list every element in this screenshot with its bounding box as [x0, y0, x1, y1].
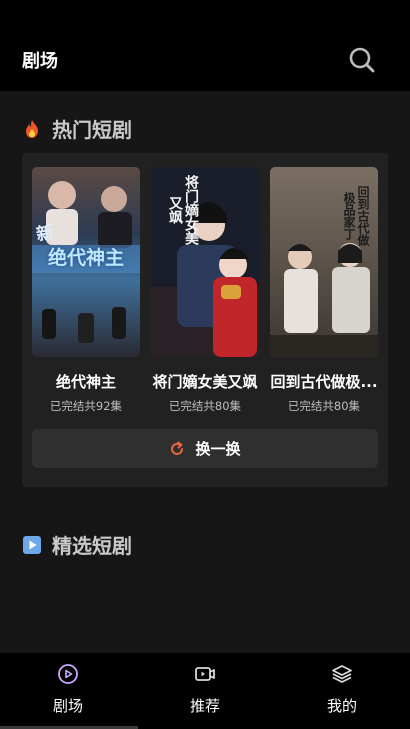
drama-episodes-3: 已完结共80集 [287, 399, 361, 413]
tab-recommend[interactable]: 推荐 [137, 663, 273, 716]
refresh-button[interactable]: 换一换 [32, 429, 378, 468]
featured-section-title: 精选短剧 [52, 534, 132, 558]
poster-title-3: 回到古代做极品家丁 [342, 186, 370, 246]
poster-title-2: 将门嫡女美又飒 [167, 175, 199, 245]
play-square-icon [23, 535, 41, 554]
refresh-label: 换一换 [195, 440, 241, 458]
poster-title-1: 绝代神主 [47, 247, 124, 269]
page-title: 剧场 [22, 51, 58, 72]
drama-title-2[interactable]: 将门嫡女美又飒 [147, 371, 263, 392]
refresh-icon [171, 441, 184, 455]
drama-title-3[interactable]: 回到古代做极... [266, 371, 382, 392]
tab-label-theater: 剧场 [52, 697, 83, 715]
tab-label-mine: 我的 [326, 697, 357, 715]
drama-poster-2[interactable]: 将门嫡女美又飒 [151, 167, 259, 357]
drama-card-2[interactable]: 将门嫡女美又飒 将门嫡女美又飒 已完结共80集 [151, 167, 259, 414]
tab-label-recommend: 推荐 [189, 697, 220, 715]
video-icon [195, 667, 215, 681]
drama-episodes-1: 已完结共92集 [49, 399, 123, 413]
app-header: 剧场 [0, 0, 410, 91]
bottom-tab-bar: 剧场 推荐 我的 [0, 653, 410, 729]
drama-card-1[interactable]: 新 绝代神主 绝代神主 已完结共92集 [32, 167, 140, 414]
featured-section-header: 精选短剧 [22, 530, 132, 559]
drama-episodes-2: 已完结共80集 [168, 399, 242, 413]
drama-poster-3[interactable]: 回到古代做极品家丁 [270, 167, 378, 357]
search-icon[interactable] [348, 46, 376, 74]
tab-mine[interactable]: 我的 [274, 663, 410, 716]
drama-poster-1[interactable]: 新 绝代神主 [32, 167, 140, 357]
drama-card-3[interactable]: 回到古代做极品家丁 回到古代做极... 已完结共80集 [270, 167, 378, 414]
hot-section-header: 热门短剧 [22, 114, 132, 143]
hot-section-title: 热门短剧 [52, 118, 132, 142]
layers-icon [332, 665, 352, 683]
fire-icon [26, 119, 38, 138]
tab-theater[interactable]: 剧场 [0, 663, 136, 716]
hot-dramas-panel: 新 绝代神主 绝代神主 已完结共92集 将门嫡女美又飒 将门嫡女美又飒 已完结共… [22, 153, 388, 487]
play-circle-icon [58, 664, 78, 684]
drama-title-1[interactable]: 绝代神主 [28, 371, 144, 392]
